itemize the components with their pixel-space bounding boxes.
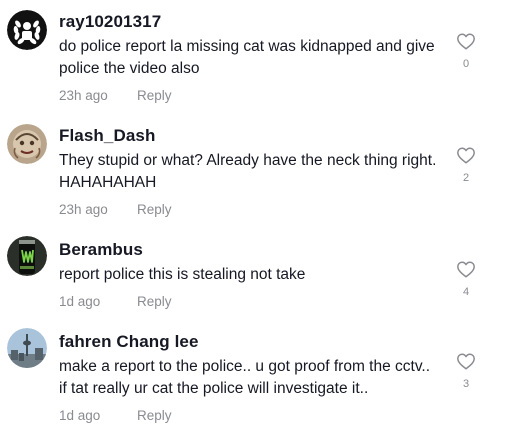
comment-username[interactable]: Flash_Dash (59, 126, 155, 146)
comment-username[interactable]: ray10201317 (59, 12, 161, 32)
comment-username[interactable]: Berambus (59, 240, 143, 260)
like-control: 4 (452, 260, 480, 298)
heart-icon[interactable] (456, 260, 476, 278)
comment-meta: 1d ago Reply (59, 294, 172, 309)
comment-time: 23h ago (59, 88, 108, 103)
like-count: 3 (462, 378, 470, 390)
comment-text: make a report to the police.. u got proo… (59, 358, 431, 397)
reply-button[interactable]: Reply (137, 294, 172, 309)
reply-button[interactable]: Reply (137, 202, 172, 217)
avatar[interactable] (7, 10, 47, 50)
like-control: 0 (452, 32, 480, 70)
city-tower-avatar (7, 328, 47, 368)
comment-username[interactable]: fahren Chang lee (59, 332, 199, 352)
like-count: 0 (462, 58, 470, 70)
reply-button[interactable]: Reply (137, 88, 172, 103)
comment-meta: 1d ago Reply (59, 408, 172, 423)
heart-icon[interactable] (456, 146, 476, 164)
comment-time: 1d ago (59, 408, 101, 423)
heart-icon[interactable] (456, 352, 476, 370)
comment-meta: 23h ago Reply (59, 202, 172, 217)
like-count: 2 (462, 172, 470, 184)
comment-text: report police this is stealing not take (59, 266, 306, 283)
like-control: 2 (452, 146, 480, 184)
comment-text: do police report la missing cat was kidn… (59, 38, 435, 77)
comment-time: 23h ago (59, 202, 108, 217)
energy-drink-can-avatar (7, 236, 47, 276)
sketch-face-avatar (7, 124, 47, 164)
avatar[interactable] (7, 124, 47, 164)
like-control: 3 (452, 352, 480, 390)
like-count: 4 (462, 286, 470, 298)
comment-meta: 23h ago Reply (59, 88, 172, 103)
avatar[interactable] (7, 236, 47, 276)
laurel-wreath-icon (7, 10, 47, 50)
comment-text: They stupid or what? Already have the ne… (59, 152, 437, 191)
avatar[interactable] (7, 328, 47, 368)
comment-time: 1d ago (59, 294, 101, 309)
heart-icon[interactable] (456, 32, 476, 50)
reply-button[interactable]: Reply (137, 408, 172, 423)
